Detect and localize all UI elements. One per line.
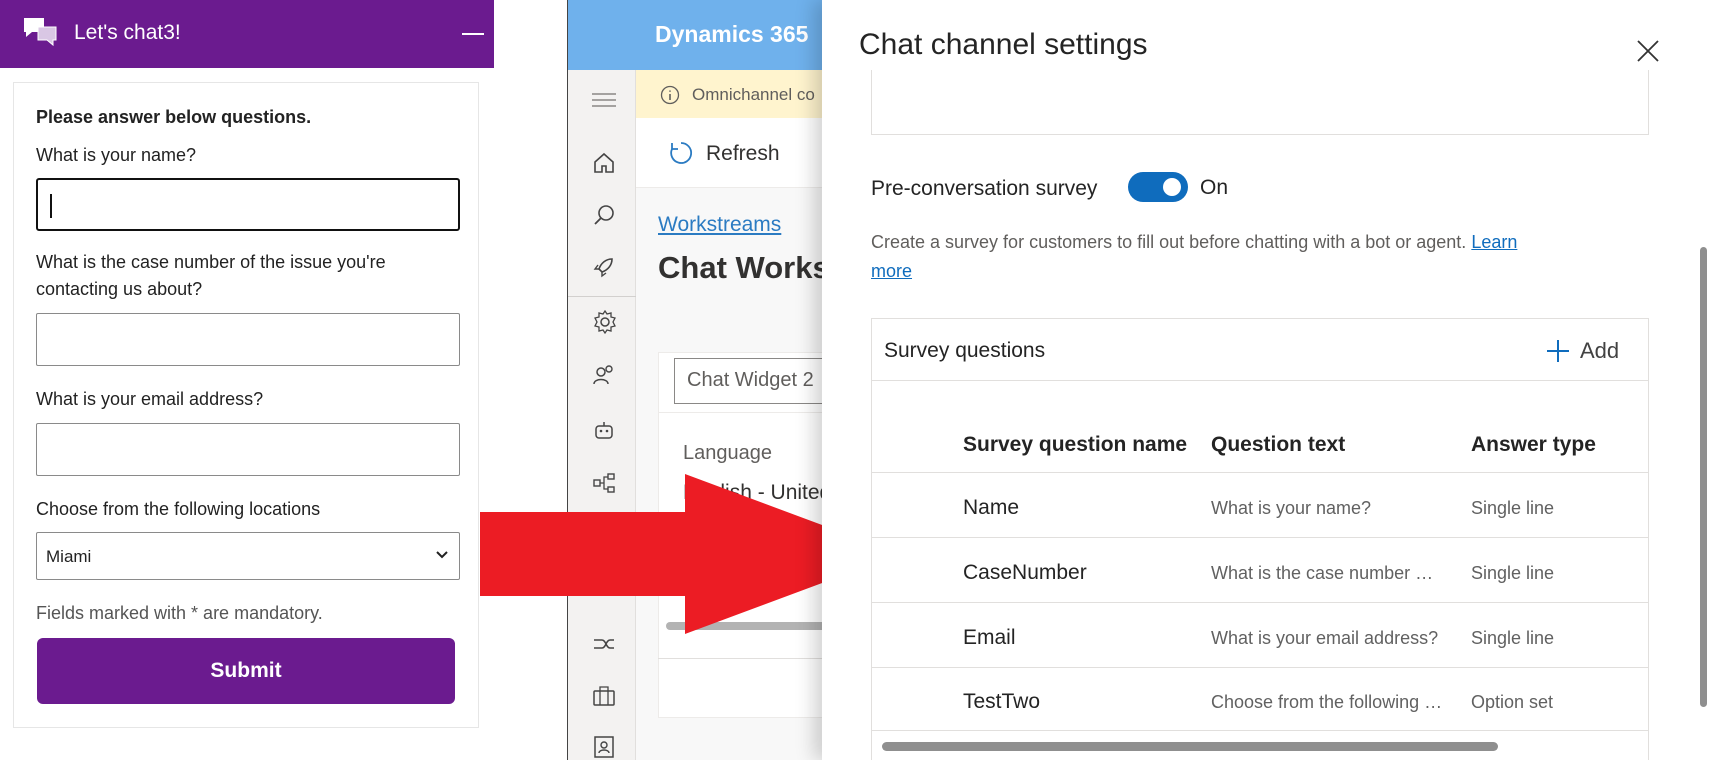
name-input[interactable] xyxy=(36,178,460,231)
toggle-knob xyxy=(1163,178,1181,196)
card-bottom-divider xyxy=(658,658,828,659)
learn-more-link-word2[interactable]: more xyxy=(871,261,912,281)
previous-section-box xyxy=(871,70,1649,135)
row-question-cell: What is your name? xyxy=(1211,498,1372,518)
column-header-question-text[interactable]: Question text xyxy=(1211,433,1345,457)
hamburger-icon[interactable] xyxy=(592,92,616,108)
info-icon xyxy=(660,85,680,105)
email-input[interactable] xyxy=(36,423,460,476)
email-question-label: What is your email address? xyxy=(36,389,264,409)
submit-button[interactable]: Submit xyxy=(37,638,455,704)
panel-vertical-scrollbar[interactable] xyxy=(1700,247,1707,707)
row-name-cell[interactable]: CaseNumber xyxy=(963,561,1087,585)
survey-toggle-state: On xyxy=(1200,176,1229,199)
home-icon[interactable] xyxy=(592,151,616,175)
row-question-cell: What is your email address? xyxy=(1211,628,1439,648)
survey-questions-title: Survey questions xyxy=(884,339,1046,362)
column-header-name[interactable]: Survey question name xyxy=(963,433,1187,457)
chat-bubbles-icon xyxy=(22,16,58,48)
settings-gear-icon[interactable] xyxy=(592,309,618,335)
grid-horizontal-scrollbar[interactable] xyxy=(882,742,1498,751)
refresh-icon[interactable] xyxy=(668,140,694,166)
location-select-value: Miami xyxy=(46,547,92,566)
panel-title: Chat channel settings xyxy=(859,28,1148,61)
language-label: Language xyxy=(683,442,772,464)
plus-icon xyxy=(1546,339,1570,363)
row-divider xyxy=(872,667,1648,668)
case-number-input[interactable] xyxy=(36,313,460,366)
chat-title: Let's chat3! xyxy=(74,21,181,44)
row-name-cell[interactable]: Email xyxy=(963,626,1016,650)
case-question-label-line1: What is the case number of the issue you… xyxy=(36,252,386,272)
page-title: Chat Workst xyxy=(658,250,841,285)
pre-conversation-survey-label: Pre-conversation survey xyxy=(871,177,1098,200)
text-cursor xyxy=(50,194,52,218)
location-select[interactable]: Miami xyxy=(36,532,460,580)
users-icon[interactable] xyxy=(592,363,616,387)
row-question-cell: Choose from the following locations xyxy=(1211,692,1443,712)
rocket-icon[interactable] xyxy=(592,255,616,279)
search-icon[interactable] xyxy=(592,203,616,227)
routing-icon[interactable] xyxy=(592,632,616,656)
breadcrumb-workstreams[interactable]: Workstreams xyxy=(658,213,781,237)
add-question-button[interactable]: Add xyxy=(1546,336,1619,366)
refresh-button[interactable]: Refresh xyxy=(706,142,780,166)
row-divider xyxy=(872,472,1648,473)
row-divider xyxy=(872,730,1648,731)
mandatory-note: Fields marked with * are mandatory. xyxy=(36,603,323,623)
add-button-label: Add xyxy=(1580,338,1620,363)
contact-card-icon[interactable] xyxy=(592,735,616,759)
name-question-label: What is your name? xyxy=(36,145,197,165)
nav-divider xyxy=(568,296,636,297)
survey-description-text: Create a survey for customers to fill ou… xyxy=(871,232,1467,252)
survey-description: Create a survey for customers to fill ou… xyxy=(871,228,1561,286)
location-question-label: Choose from the following locations xyxy=(36,499,321,519)
row-type-cell: Single line xyxy=(1471,563,1555,583)
row-question-cell: What is the case number of the issue you… xyxy=(1211,563,1443,583)
row-divider xyxy=(872,537,1648,538)
minimize-icon[interactable] xyxy=(462,33,484,35)
chevron-down-icon xyxy=(435,550,449,560)
row-name-cell[interactable]: Name xyxy=(963,496,1019,520)
row-type-cell: Single line xyxy=(1471,628,1555,648)
chat-widget-field[interactable]: Chat Widget 2 xyxy=(674,358,828,404)
briefcase-icon[interactable] xyxy=(592,684,616,708)
info-notice-text: Omnichannel co xyxy=(692,85,815,104)
learn-more-link-word1[interactable]: Learn xyxy=(1471,232,1517,252)
bot-icon[interactable] xyxy=(592,418,616,442)
grid-header-divider xyxy=(872,380,1648,381)
row-type-cell: Single line xyxy=(1471,498,1555,518)
row-type-cell: Option set xyxy=(1471,692,1554,712)
column-header-answer-type[interactable]: Answer type xyxy=(1471,433,1596,457)
row-divider xyxy=(872,602,1648,603)
card-divider xyxy=(658,412,828,413)
dynamics-brand[interactable]: Dynamics 365 xyxy=(655,21,808,48)
form-heading: Please answer below questions. xyxy=(36,107,312,127)
case-question-label-line2: contacting us about? xyxy=(36,279,203,299)
row-name-cell[interactable]: TestTwo xyxy=(963,690,1040,714)
close-icon[interactable] xyxy=(1632,35,1664,67)
